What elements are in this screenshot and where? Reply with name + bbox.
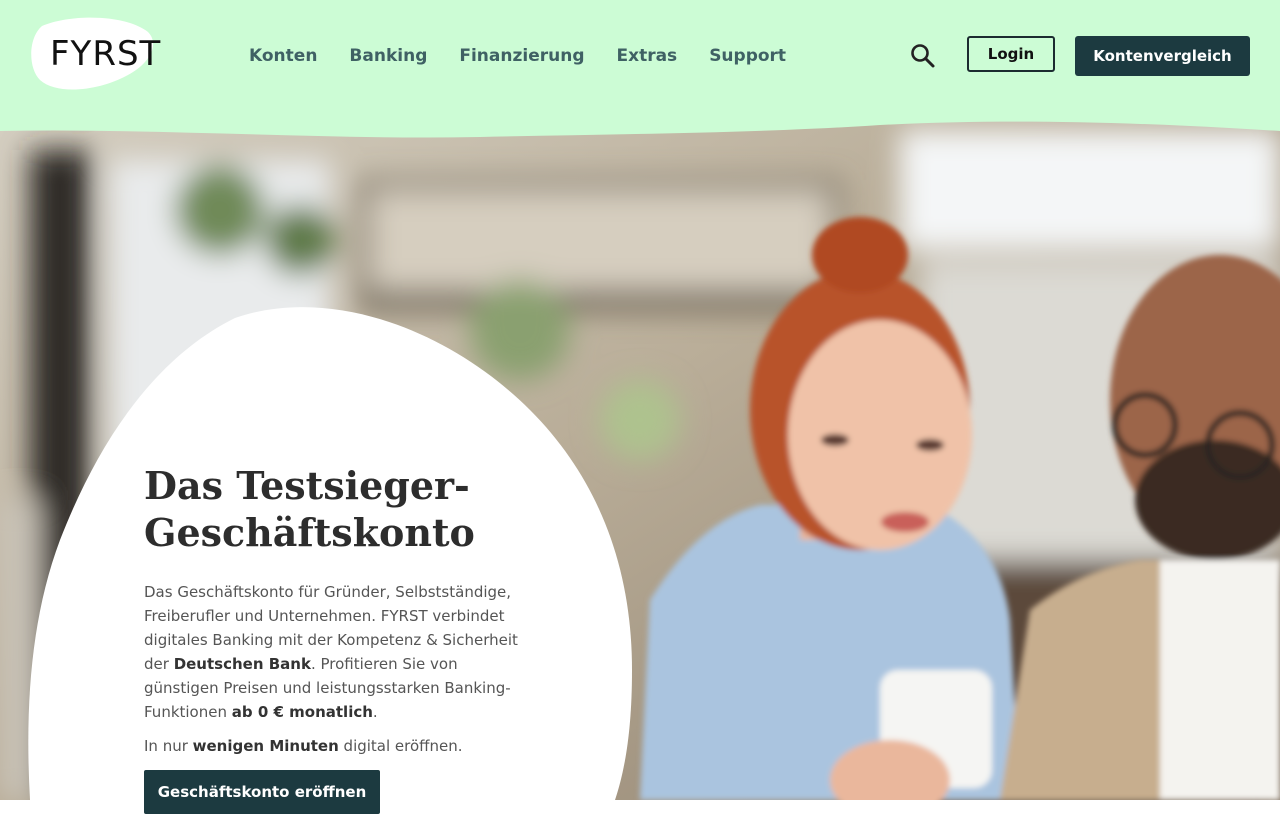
intro-emphasis-deutsche-bank: Deutschen Bank <box>173 655 311 673</box>
open-business-account-button[interactable]: Geschäftskonto eröffnen <box>144 770 380 814</box>
hero-headline: Das Testsieger- Geschäftskonto <box>144 462 524 556</box>
hero-content: Das Testsieger- Geschäftskonto Das Gesch… <box>144 462 524 758</box>
intro-text-part: . <box>372 703 378 721</box>
note-emphasis: wenigen Minuten <box>192 737 339 755</box>
hero-intro-text: Das Geschäftskonto für Gründer, Selbstst… <box>144 580 524 724</box>
nav-item-finanzierung[interactable]: Finanzierung <box>459 44 584 68</box>
main-navigation: Konten Banking Finanzierung Extras Suppo… <box>249 44 786 68</box>
nav-item-banking[interactable]: Banking <box>349 44 427 68</box>
nav-item-support[interactable]: Support <box>709 44 786 68</box>
nav-item-extras[interactable]: Extras <box>617 44 678 68</box>
nav-item-konten[interactable]: Konten <box>249 44 317 68</box>
intro-emphasis-price: ab 0 € monatlich <box>231 703 373 721</box>
login-button[interactable]: Login <box>967 36 1055 72</box>
headline-line-1: Das Testsieger- <box>144 463 470 508</box>
headline-line-2: Geschäftskonto <box>144 510 475 555</box>
kontenvergleich-button[interactable]: Kontenvergleich <box>1075 36 1250 76</box>
fyrst-logo[interactable]: FYRST <box>50 34 161 74</box>
hero-note-text: In nur wenigen Minuten digital eröffnen. <box>144 734 524 758</box>
note-text-part: digital eröffnen. <box>338 737 463 755</box>
search-icon[interactable] <box>910 43 936 69</box>
note-text-part: In nur <box>144 737 193 755</box>
